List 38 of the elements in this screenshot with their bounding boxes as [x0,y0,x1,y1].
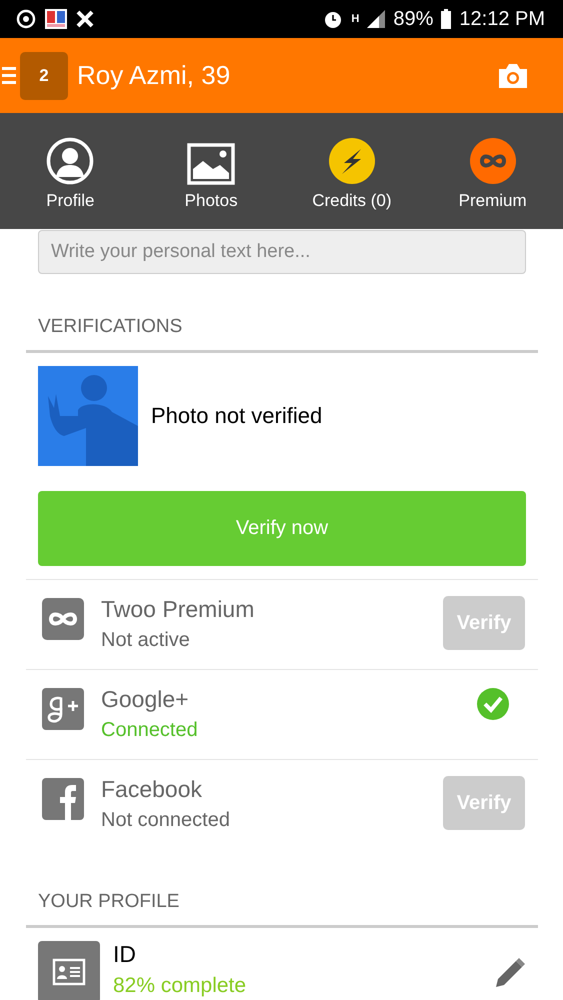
account-status: Connected [101,719,199,742]
cross-icon [75,9,95,29]
account-name: Twoo Premium [101,596,256,623]
camera-icon[interactable] [497,62,529,88]
account-name: Google+ [101,686,190,713]
app-icon [45,9,67,29]
personal-text-field[interactable]: Write your personal text here... [38,230,526,274]
infinity-icon [42,598,84,640]
photo-status: Photo not verified [151,403,322,429]
account-status: Not active [101,629,191,652]
image-icon [187,143,236,185]
menu-item[interactable]: Profile [10,137,130,211]
lightning-icon [328,137,376,185]
sync-icon [15,8,37,30]
google-plus-icon [42,688,84,730]
battery-icon [441,9,452,29]
profile-title: Roy Azmi, 39 [77,60,232,91]
signal-icon [367,10,386,28]
section-title: YOUR PROFILE [38,891,180,913]
menu-item[interactable]: Credits (0) [292,137,412,211]
pencil-icon[interactable] [494,957,526,989]
network-type: H [351,13,360,25]
clock: 12:12 PM [459,8,545,30]
account-status: Not connected [101,809,231,832]
check-icon [477,688,509,720]
section-title: VERIFICATIONS [38,316,184,338]
completion-status: 82% complete [113,974,248,998]
menu-item[interactable]: Photos [151,143,272,211]
battery-percent: 89% [393,8,434,30]
notification-badge[interactable]: 2 [20,52,68,100]
account-name: Facebook [101,776,204,803]
facebook-icon [42,778,84,820]
menu-item[interactable]: Premium [432,137,553,211]
profile-section-name: ID [113,941,137,968]
infinity-icon [468,137,517,185]
person-icon [46,137,94,185]
alarm-icon [323,9,344,29]
menu-icon[interactable] [2,64,16,86]
